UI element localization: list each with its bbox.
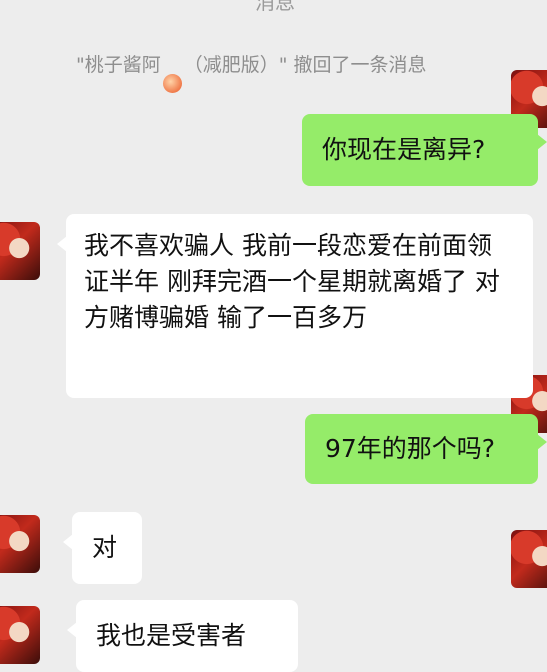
recall-notice-suffix: （减肥版）" 撤回了一条消息: [183, 54, 427, 76]
message-text: 97年的那个吗?: [325, 434, 496, 463]
message-bubble-self[interactable]: 你现在是离异?: [302, 114, 547, 186]
recall-notice-prefix: "桃子酱阿: [76, 54, 161, 76]
message-text: 我也是受害者: [96, 621, 247, 650]
message-text: 你现在是离异?: [322, 135, 486, 164]
recall-notice: "桃子酱阿🍑（减肥版）" 撤回了一条消息: [76, 50, 526, 93]
contact-avatar[interactable]: [0, 515, 40, 573]
contact-avatar[interactable]: [0, 606, 40, 664]
partial-title-text: 消息: [255, 0, 295, 14]
message-bubble-other[interactable]: 我也是受害者: [67, 600, 298, 672]
message-bubble-other[interactable]: 我不喜欢骗人 我前一段恋爱在前面领证半年 刚拜完酒一个星期就离婚了 对方赌博骗婚…: [57, 214, 533, 398]
peach-emoji-icon: 🍑: [162, 74, 182, 93]
message-text: 对: [92, 533, 118, 562]
message-text: 我不喜欢骗人 我前一段恋爱在前面领证半年 刚拜完酒一个星期就离婚了 对方赌博骗婚…: [84, 231, 500, 332]
message-bubble-other[interactable]: 对: [63, 512, 142, 584]
self-avatar[interactable]: [511, 530, 547, 588]
message-bubble-self[interactable]: 97年的那个吗?: [305, 414, 547, 484]
contact-avatar[interactable]: [0, 222, 40, 280]
